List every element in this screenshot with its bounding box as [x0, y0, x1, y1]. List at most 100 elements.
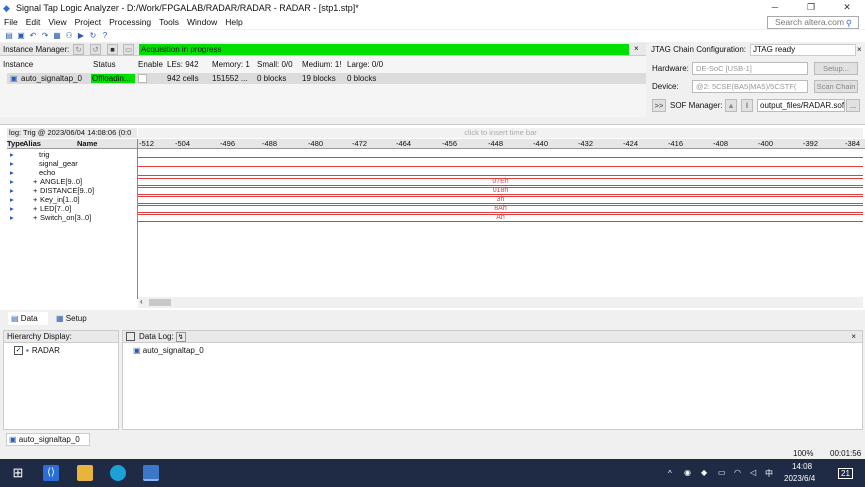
menu-project[interactable]: Project: [71, 17, 105, 27]
hardware-select[interactable]: DE-SoC [USB-1]: [692, 62, 808, 75]
tick-label: -504: [175, 139, 191, 148]
tick-label: -432: [578, 139, 594, 148]
menu-file[interactable]: File: [0, 17, 22, 27]
menu-view[interactable]: View: [44, 17, 70, 27]
hierarchy-item[interactable]: ✓ ▪ RADAR: [14, 346, 60, 355]
run-icon[interactable]: ▶: [76, 31, 86, 41]
signal-name: Key_in[1..0]: [40, 195, 80, 204]
signal-name: LED[7..0]: [40, 204, 72, 213]
menu-help[interactable]: Help: [221, 17, 246, 27]
read-data-icon[interactable]: ▭: [123, 44, 134, 55]
col-medium: Medium: 1!: [302, 60, 342, 69]
minimize-button[interactable]: ─: [757, 0, 793, 15]
scroll-left-icon[interactable]: ‹: [140, 297, 143, 306]
autorun-analysis-icon[interactable]: ↻: [73, 44, 84, 55]
sof-browse-button[interactable]: ...: [846, 99, 860, 112]
expand-bus-icon[interactable]: +: [33, 186, 37, 195]
close-button[interactable]: ✕: [829, 0, 865, 15]
enable-checkbox[interactable]: [138, 74, 147, 83]
tick-label: -400: [758, 139, 774, 148]
data-log-close-icon[interactable]: ×: [851, 332, 856, 341]
binoculars-icon[interactable]: ⚇: [64, 31, 74, 41]
run-analysis-icon[interactable]: ↺: [90, 44, 101, 55]
hierarchy-checkbox[interactable]: ✓: [14, 346, 23, 355]
wave-angle: 07Eh: [138, 178, 863, 186]
instance-table-header: Instance Status Enable LEs: 942 Memory: …: [0, 60, 646, 71]
redo-icon[interactable]: ↷: [40, 31, 50, 41]
expand-bus-icon[interactable]: +: [33, 204, 37, 213]
tick-label: -472: [352, 139, 368, 148]
scan-chain-button[interactable]: Scan Chain: [814, 80, 858, 93]
input-pin-icon: ▸: [10, 159, 14, 168]
data-log-checkbox[interactable]: [126, 332, 135, 341]
node-finder-icon[interactable]: ▦: [52, 31, 62, 41]
status-bar: 100% 00:01:56: [0, 448, 865, 459]
ime-indicator[interactable]: 中: [765, 468, 773, 479]
tab-setup[interactable]: ▦ Setup: [56, 312, 96, 325]
jtag-close-icon[interactable]: ×: [857, 45, 862, 54]
instance-status: Offloadin...: [91, 74, 135, 83]
autorun-icon[interactable]: ↻: [88, 31, 98, 41]
clock-date[interactable]: 2023/6/4: [784, 474, 815, 483]
data-log-icon[interactable]: ↯: [175, 331, 186, 342]
search-icon[interactable]: ⚲: [842, 18, 856, 29]
bus-icon: ▸: [10, 177, 14, 186]
scroll-thumb[interactable]: [149, 299, 171, 306]
instance-chip-icon: ▣: [133, 346, 141, 355]
jtag-panel: JTAG Chain Configuration: JTAG ready × H…: [648, 43, 865, 117]
network-icon[interactable]: ▭: [718, 468, 726, 477]
col-instance: Instance: [3, 60, 34, 69]
menu-window[interactable]: Window: [183, 17, 221, 27]
quartus-icon[interactable]: [143, 465, 159, 481]
hierarchy-panel: Hierarchy Display: ✓ ▪ RADAR: [3, 330, 119, 430]
tab-data-label: Data: [20, 314, 38, 323]
signal-name: ANGLE[9..0]: [40, 177, 83, 186]
maximize-button[interactable]: ❐: [793, 0, 829, 15]
instance-row[interactable]: ▣ auto_signaltap_0 Offloadin... 942 cell…: [7, 73, 646, 84]
save-icon[interactable]: ▣: [16, 31, 26, 41]
sof-path-input[interactable]: output_files/RADAR.sof: [757, 99, 845, 112]
wave-signal-gear: [138, 166, 863, 167]
file-explorer-icon[interactable]: [77, 465, 93, 481]
vscode-icon[interactable]: ⟨⟩: [43, 465, 59, 481]
start-icon[interactable]: ⊞: [10, 465, 26, 481]
insert-time-bar-hint[interactable]: click to insert time bar: [138, 128, 863, 138]
notification-icon[interactable]: 21: [838, 468, 853, 479]
bus-icon: ▸: [10, 195, 14, 204]
hardware-label: Hardware:: [652, 64, 689, 73]
bottom-instance-tab[interactable]: ▣ auto_signaltap_0: [6, 433, 90, 446]
undo-icon[interactable]: ↶: [28, 31, 38, 41]
tick-label: -464: [396, 139, 412, 148]
search-input[interactable]: Search altera.com ⚲: [767, 16, 859, 29]
expand-bus-icon[interactable]: +: [33, 177, 37, 186]
horizontal-scrollbar[interactable]: ‹: [138, 297, 863, 308]
program-device-icon[interactable]: ▲: [725, 99, 737, 112]
info-icon[interactable]: ǁ: [741, 99, 753, 112]
instance-manager-close-icon[interactable]: ×: [634, 44, 639, 53]
tray-chevron-icon[interactable]: ^: [668, 469, 672, 478]
device-select[interactable]: @2: 5CSE(BA5|MA5)/5CSTF(: [692, 80, 808, 93]
tray-cat-icon[interactable]: ◆: [701, 468, 707, 477]
col-enable: Enable: [138, 60, 163, 69]
tab-data[interactable]: ▤ Data: [8, 312, 48, 325]
new-icon[interactable]: ▤: [4, 31, 14, 41]
data-log-item[interactable]: ▣ auto_signaltap_0: [133, 346, 204, 355]
wifi-icon[interactable]: ◠: [734, 468, 741, 477]
tree-node-icon: ▪: [26, 346, 29, 355]
expand-bus-icon[interactable]: +: [33, 213, 37, 222]
menu-tools[interactable]: Tools: [155, 17, 183, 27]
edge-icon[interactable]: [110, 465, 126, 481]
help-icon[interactable]: ?: [100, 31, 110, 41]
instance-memory: 151552 ...: [212, 74, 248, 83]
wave-trig: [138, 157, 863, 158]
expand-button[interactable]: >>: [652, 99, 666, 112]
expand-bus-icon[interactable]: +: [33, 195, 37, 204]
volume-icon[interactable]: ◁: [750, 468, 756, 477]
tray-app-icon[interactable]: ◉: [684, 468, 691, 477]
menu-edit[interactable]: Edit: [22, 17, 45, 27]
menu-processing[interactable]: Processing: [105, 17, 155, 27]
stop-analysis-icon[interactable]: ■: [107, 44, 118, 55]
clock-time[interactable]: 14:08: [792, 462, 812, 471]
setup-button[interactable]: Setup...: [814, 62, 858, 75]
jtag-status: JTAG ready: [750, 44, 856, 56]
